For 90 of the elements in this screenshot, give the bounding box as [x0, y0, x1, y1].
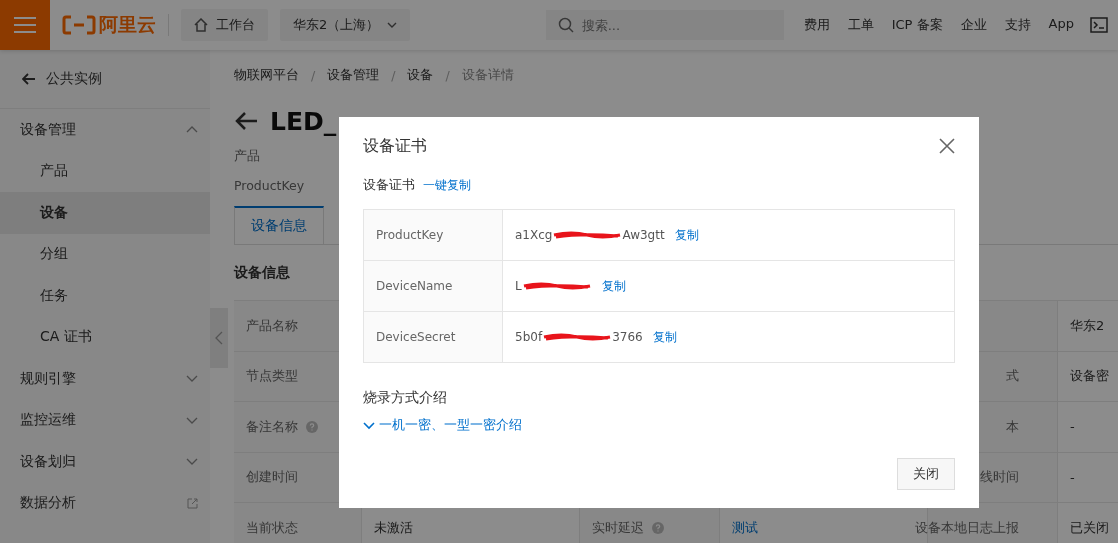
help-icon[interactable] [652, 521, 664, 534]
sidebar-item[interactable]: 设备 [0, 192, 210, 234]
logo-icon [62, 15, 96, 35]
close-icon[interactable] [939, 138, 955, 154]
breadcrumb-separator: / [445, 67, 450, 83]
table-cell: 未激活 [374, 518, 413, 537]
menu-icon [14, 17, 36, 33]
workbench-button[interactable]: 工作台 [181, 9, 268, 41]
table-cell: 产品名称 [246, 316, 298, 335]
sidebar-item[interactable]: 数据分析 [0, 482, 210, 524]
table-cell: - [1070, 469, 1075, 485]
nav-link[interactable]: 费用 [803, 16, 830, 34]
breadcrumb-item[interactable]: 物联网平台 [234, 66, 299, 84]
table-cell: 实时延迟 [592, 518, 644, 537]
nav-link[interactable]: ICP 备案 [891, 16, 943, 34]
expand-link[interactable]: 一机一密、一型一密介绍 [363, 417, 522, 434]
table-cell: 本 [1006, 417, 1019, 436]
chevron-down-icon [186, 416, 198, 424]
collapse-handle[interactable] [210, 308, 228, 368]
copy-link[interactable]: 复制 [601, 277, 626, 295]
chevron-down-icon [363, 421, 375, 430]
table-cell: 已关闭 [1070, 518, 1109, 537]
nav-link[interactable]: 企业 [960, 16, 987, 34]
section-title: 设备证书 [363, 176, 415, 194]
search-icon [557, 17, 574, 33]
copy-link[interactable]: 复制 [674, 226, 699, 244]
table-cell: Aw3gtt [622, 228, 665, 242]
breadcrumb-separator: / [391, 67, 396, 83]
chevron-left-icon [215, 331, 223, 345]
region-dropdown[interactable]: 华东2（上海） [280, 9, 411, 41]
test-link[interactable]: 测试 [732, 518, 758, 537]
chevron-down-icon [387, 22, 398, 28]
nav-link[interactable]: 支持 [1004, 16, 1031, 34]
home-icon [194, 18, 208, 32]
nav-link[interactable]: App [1048, 16, 1074, 34]
table-cell: 节点类型 [246, 367, 298, 386]
table-cell: a1Xcg [515, 228, 553, 242]
breadcrumb-item[interactable]: 设备 [407, 66, 434, 84]
table-cell: 华东2 [1070, 316, 1105, 335]
table-cell: L [515, 279, 522, 293]
field-label: ProductKey [234, 177, 305, 195]
sidebar-item[interactable]: CA 证书 [0, 316, 210, 358]
sidebar-item[interactable]: 监控运维 [0, 399, 210, 441]
redaction-scribble [542, 332, 613, 342]
table-cell: 设备密 [1070, 367, 1109, 386]
table-cell: 备注名称 [246, 417, 298, 436]
table-cell: 5b0f [515, 330, 543, 344]
close-button[interactable]: 关闭 [897, 458, 955, 490]
sidebar-item[interactable]: 设备划归 [0, 441, 210, 483]
sidebar-item[interactable]: 规则引擎 [0, 358, 210, 400]
field-label: 产品 [234, 147, 260, 165]
table-cell: ProductKey [364, 210, 503, 261]
dialog-title: 设备证书 [363, 135, 427, 157]
table-cell: 创建时间 [246, 468, 298, 487]
back-label: 公共实例 [46, 70, 102, 88]
section-title: 烧录方式介绍 [363, 389, 448, 407]
section-title: 设备信息 [234, 262, 290, 282]
table-cell: 设备本地日志上报 [915, 518, 1019, 537]
chevron-down-icon [186, 458, 198, 466]
sidebar-item[interactable]: 任务 [0, 275, 210, 317]
terminal-icon[interactable] [1090, 17, 1108, 33]
sidebar-item[interactable]: 产品 [0, 150, 210, 192]
copy-link[interactable]: 复制 [652, 328, 677, 346]
help-icon[interactable] [306, 420, 318, 433]
breadcrumb-item[interactable]: 设备管理 [327, 66, 380, 84]
breadcrumb-separator: / [311, 67, 316, 83]
table-cell: 式 [1006, 367, 1019, 386]
table-cell: - [1070, 419, 1075, 435]
menu-button[interactable] [0, 0, 50, 50]
back-link[interactable]: 公共实例 [0, 50, 210, 109]
chevron-down-icon [186, 375, 198, 383]
brand-name: 阿里云 [99, 12, 156, 37]
table-cell: 线时间 [980, 468, 1019, 487]
back-arrow-icon [22, 73, 36, 85]
search-field[interactable]: 搜索... [545, 10, 784, 40]
table-cell: DeviceName [364, 261, 503, 312]
table-cell: 3766 [612, 330, 643, 344]
breadcrumb-item[interactable]: 设备详情 [461, 66, 514, 84]
tab[interactable]: 设备信息 [234, 206, 324, 244]
chevron-up-icon [186, 126, 198, 134]
sidebar-item[interactable]: 设备管理 [0, 109, 210, 151]
device-title: LED_ [270, 106, 337, 136]
external-link-icon [187, 497, 198, 509]
copy-all-link[interactable]: 一键复制 [423, 176, 471, 194]
table-cell: 当前状态 [246, 518, 298, 537]
nav-link[interactable]: 工单 [847, 16, 874, 34]
table-cell: DeviceSecret [364, 312, 503, 363]
back-arrow-icon[interactable] [234, 111, 258, 131]
redaction-scribble [521, 281, 592, 291]
redaction-scribble [552, 230, 623, 240]
